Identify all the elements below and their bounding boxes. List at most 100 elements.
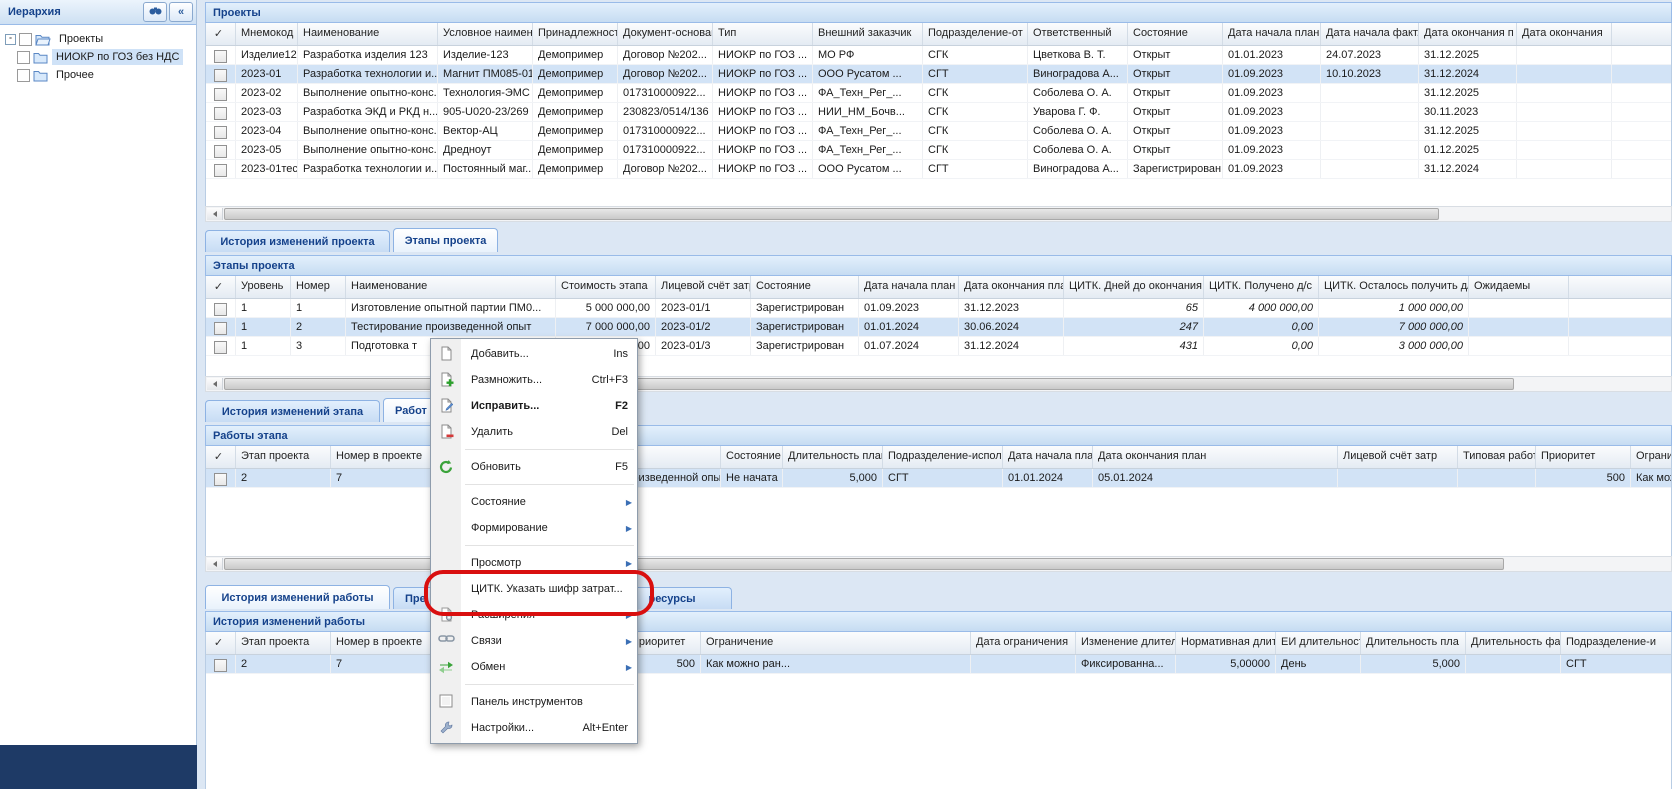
tab-История изменений работы[interactable]: История изменений работы [205,585,390,609]
column-header[interactable]: Этап проекта [236,446,331,468]
column-header[interactable]: ЦИТК. Осталось получить д/с [1319,276,1469,298]
column-header[interactable]: Состояние [751,276,859,298]
scroll-left-icon[interactable] [207,208,223,220]
stages-hscrollbar[interactable] [205,376,1672,392]
menu-item-Обновить[interactable]: ОбновитьF5 [431,454,637,480]
column-header[interactable]: Дата ограничения [971,632,1076,654]
menu-item-Связи[interactable]: Связи▶ [431,628,637,654]
works-hscrollbar[interactable] [205,556,1672,572]
column-header[interactable]: Дата окончания план [1093,446,1338,468]
menu-item-Просмотр[interactable]: Просмотр▶ [431,550,637,576]
tree-checkbox[interactable] [19,33,32,46]
table-row[interactable]: 27Тестирование произве...500Как можно ра… [206,655,1671,674]
column-header[interactable]: Дата начала факт. [1321,23,1419,45]
table-row[interactable]: Изделие123Разработка изделия 123Изделие-… [206,46,1671,65]
row-checkbox[interactable] [214,341,227,354]
column-header[interactable]: Дата окончания п [1419,23,1517,45]
column-header[interactable]: Дата начала план [859,276,959,298]
menu-item-Расширения[interactable]: Расширения▶ [431,602,637,628]
tree-collapse-icon[interactable]: - [5,34,16,45]
menu-item-Добавить...[interactable]: Добавить...Ins [431,341,637,367]
column-header[interactable]: Длительность план▼ [783,446,883,468]
column-header[interactable]: Номер [291,276,346,298]
row-checkbox[interactable] [214,322,227,335]
tree-item[interactable]: НИОКР по ГОЗ без НДС [2,48,194,66]
column-header[interactable]: Изменение длител [1076,632,1176,654]
row-checkbox[interactable] [214,164,227,177]
column-header[interactable]: ЦИТК. Получено д/с [1204,276,1319,298]
column-header[interactable]: Принадлежность [533,23,618,45]
row-checkbox[interactable] [214,107,227,120]
column-header[interactable]: ✓ [206,276,236,298]
column-header[interactable]: Состояние [721,446,783,468]
menu-item-Обмен[interactable]: Обмен▶ [431,654,637,680]
table-row[interactable]: 11Изготовление опытной партии ПМ0...5 00… [206,299,1671,318]
menu-item-Состояние[interactable]: Состояние▶ [431,489,637,515]
scroll-thumb[interactable] [224,558,1504,570]
tree-checkbox[interactable] [17,51,30,64]
column-header[interactable]: Стоимость этапа [556,276,656,298]
column-header[interactable]: Длительность пла [1361,632,1466,654]
column-header[interactable]: Этап проекта [236,632,331,654]
tab-Этапы проекта[interactable]: Этапы проекта [393,228,498,252]
tab-История изменений проекта[interactable]: История изменений проекта [205,230,390,252]
column-header[interactable]: ✓ [206,446,236,468]
tree-item[interactable]: -Проекты [2,30,194,48]
table-row[interactable]: 2023-01Разработка технологии и...Магнит … [206,65,1671,84]
column-header[interactable]: Ответственный [1028,23,1128,45]
column-header[interactable]: ✓ [206,23,236,45]
column-header[interactable]: Дата окончания [1517,23,1612,45]
table-row[interactable]: 13Подготовка т3 000 000,002023-01/3Зарег… [206,337,1671,356]
scroll-left-icon[interactable] [207,378,223,390]
row-checkbox[interactable] [214,126,227,139]
menu-item-Формирование[interactable]: Формирование▶ [431,515,637,541]
menu-item-ЦИТК. Указать шифр затрат...[interactable]: ЦИТК. Указать шифр затрат... [431,576,637,602]
column-header[interactable]: ЦИТК. Дней до окончания [1064,276,1204,298]
table-row[interactable]: 2023-05Выполнение опытно-конс...Дредноут… [206,141,1671,160]
row-checkbox[interactable] [214,50,227,63]
table-row[interactable]: 12Тестирование произведенной опыт7 000 0… [206,318,1671,337]
row-checkbox[interactable] [214,659,227,672]
scroll-thumb[interactable] [224,378,1514,390]
row-checkbox[interactable] [214,303,227,316]
find-button[interactable] [143,2,167,22]
column-header[interactable]: Лицевой счёт затрат. [656,276,751,298]
column-header[interactable]: Нормативная длит [1176,632,1276,654]
table-row[interactable]: 2023-02Выполнение опытно-конс...Технолог… [206,84,1671,103]
menu-item-Панель инструментов[interactable]: Панель инструментов [431,689,637,715]
column-header[interactable]: Документ-основан [618,23,713,45]
row-checkbox[interactable] [214,473,227,486]
column-header[interactable]: Внешний заказчик [813,23,923,45]
column-header[interactable]: Лицевой счёт затр [1338,446,1458,468]
column-header[interactable]: ✓ [206,632,236,654]
column-header[interactable]: Подразделение-от [923,23,1028,45]
column-header[interactable]: Типовая работа [1458,446,1536,468]
row-checkbox[interactable] [214,145,227,158]
column-header[interactable]: Условное наименова [438,23,533,45]
tree-item[interactable]: Прочее [2,66,194,84]
column-header[interactable]: Наименование [298,23,438,45]
column-header[interactable]: Уровень [236,276,291,298]
column-header[interactable]: Ограничение [701,632,971,654]
column-header[interactable]: Дата окончания план [959,276,1064,298]
tab-История изменений этапа[interactable]: История изменений этапа [205,400,380,422]
menu-item-Исправить...[interactable]: Исправить...F2 [431,393,637,419]
table-row[interactable]: 2023-04Выполнение опытно-конс...Вектор-А… [206,122,1671,141]
scroll-thumb[interactable] [224,208,1439,220]
menu-item-Удалить[interactable]: УдалитьDel [431,419,637,445]
column-header[interactable]: Приоритет [1536,446,1631,468]
column-header[interactable]: Дата начала план. [1003,446,1093,468]
collapse-sidebar-button[interactable]: « [169,2,193,22]
column-header[interactable]: ЕИ длительности [1276,632,1361,654]
menu-item-Размножить...[interactable]: Размножить...Ctrl+F3 [431,367,637,393]
table-row[interactable]: 2023-03Разработка ЭКД и РКД н...905-U020… [206,103,1671,122]
column-header[interactable]: Состояние [1128,23,1223,45]
column-header[interactable]: Подразделение-исполнитель.. [883,446,1003,468]
column-header[interactable]: Тип [713,23,813,45]
column-header[interactable]: Длительность фак [1466,632,1561,654]
column-header[interactable]: Ограничение [1631,446,1672,468]
column-header[interactable]: Ожидаемы [1469,276,1569,298]
scroll-left-icon[interactable] [207,558,223,570]
menu-item-Настройки...[interactable]: Настройки...Alt+Enter [431,715,637,741]
column-header[interactable]: Подразделение-и [1561,632,1672,654]
